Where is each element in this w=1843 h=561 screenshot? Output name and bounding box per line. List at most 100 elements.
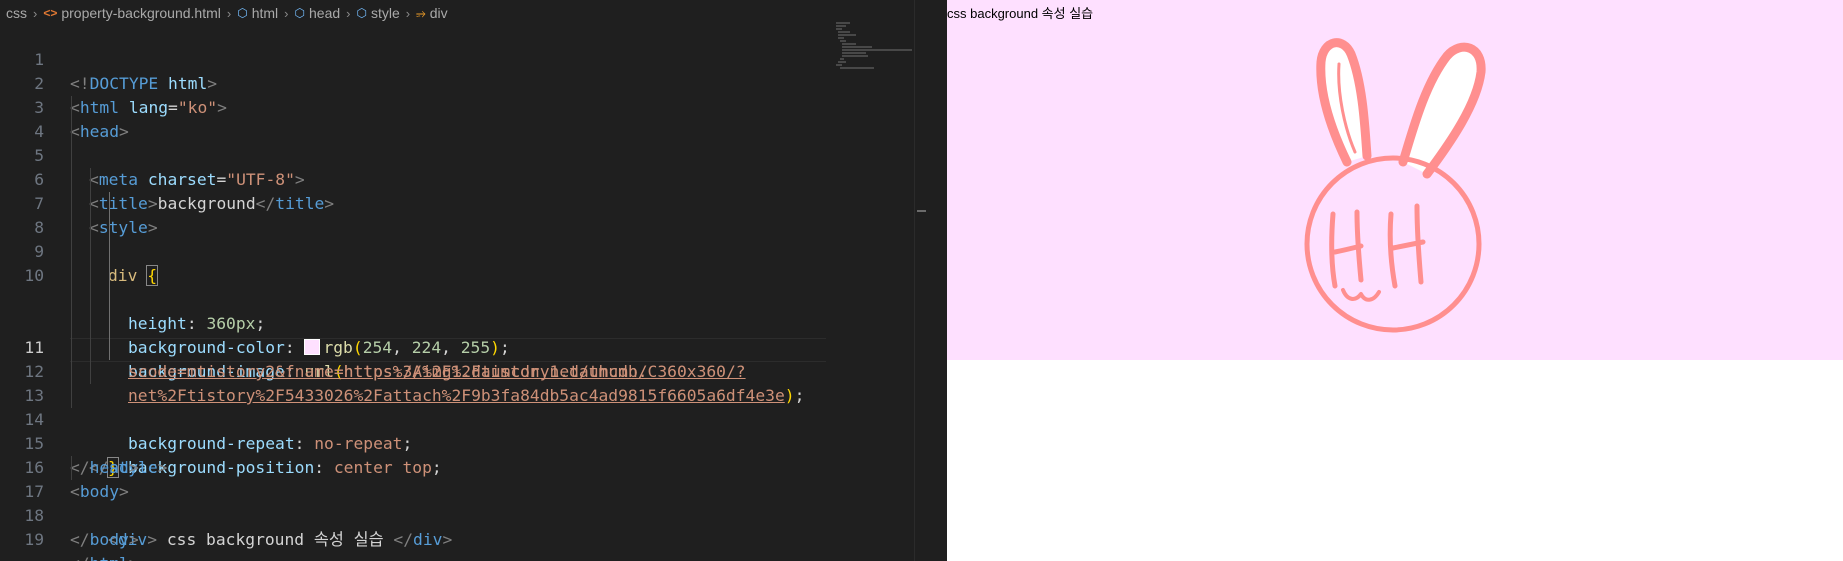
indent-guide xyxy=(109,216,110,240)
chevron-right-icon: › xyxy=(226,5,232,21)
code-line[interactable]: 13 } xyxy=(0,360,926,478)
indent-guide xyxy=(90,336,91,360)
code-line[interactable]: 16 <body> xyxy=(0,432,926,501)
preview-div-box: css background 속성 실습 xyxy=(947,0,1843,360)
breadcrumb-folder[interactable]: css xyxy=(6,5,27,21)
indent-guide xyxy=(90,240,91,264)
minimap-line xyxy=(838,34,856,36)
indent-guide xyxy=(109,240,110,264)
indent-guide xyxy=(90,288,91,312)
code-line[interactable]: 5 <title>background</title> xyxy=(0,120,926,213)
code-editor[interactable]: css › <> property-background.html › ⬡ html… xyxy=(0,0,926,561)
line-text: </body> xyxy=(70,530,139,549)
indent-guide xyxy=(90,216,91,240)
breadcrumb-head[interactable]: ⬡ head xyxy=(295,5,341,21)
indent-guide xyxy=(71,216,72,240)
file-code-icon: <> xyxy=(43,6,58,20)
indent-guide xyxy=(90,168,91,192)
bunny-mouth xyxy=(1341,288,1381,302)
code-line[interactable]: 10 background-image: url(https://img1.da… xyxy=(0,240,926,381)
code-line[interactable]: 18 </body> xyxy=(0,480,926,549)
minimap-line xyxy=(838,31,850,33)
browser-preview: css background 속성 실습 xyxy=(947,0,1843,561)
indent-guide xyxy=(71,456,72,480)
indent-guide xyxy=(90,312,91,336)
indent-guide xyxy=(90,360,91,384)
code-line[interactable]: 6 <style> xyxy=(0,144,926,237)
minimap-line xyxy=(840,58,844,60)
chevron-right-icon: › xyxy=(346,5,351,21)
code-line[interactable]: 7 div { xyxy=(0,168,926,286)
line-text: </html> xyxy=(70,552,139,561)
indent-guide xyxy=(71,240,72,264)
line-text: <div> css background 속성 실습 </div> xyxy=(108,530,453,549)
indent-guide xyxy=(109,264,110,288)
cube-icon: ⬡ xyxy=(356,6,367,20)
code-line-wrap[interactable]: scode=mtistory2&fname=https%3A%2F%2Ftist… xyxy=(0,264,926,381)
code-line[interactable]: 11 background-repeat: no-repeat; xyxy=(0,312,926,453)
indent-guide xyxy=(71,288,72,312)
indent-guide xyxy=(109,312,110,336)
breadcrumb-div[interactable]: ⭌ div xyxy=(416,5,448,21)
code-line[interactable]: 2 <html lang="ko"> xyxy=(0,48,926,117)
panel-divider[interactable] xyxy=(926,0,947,561)
minimap-line xyxy=(836,28,842,30)
breadcrumb-html[interactable]: ⬡ html xyxy=(237,5,278,21)
breadcrumb-style[interactable]: ⬡ style xyxy=(357,5,400,21)
code-line[interactable]: 9 background-color: rgb(254, 224, 255); xyxy=(0,216,926,357)
code-line-wrap[interactable]: net%2Ftistory%2F5433026%2Fattach%2F9b3fa… xyxy=(0,288,926,405)
indent-guide xyxy=(71,168,72,192)
code-line[interactable]: 12 background-position: center top; xyxy=(0,336,926,477)
code-line[interactable]: 4 <meta charset="UTF-8"> xyxy=(0,96,926,189)
minimap-line xyxy=(836,25,846,27)
minimap-line xyxy=(842,49,912,51)
bunny-right-ear xyxy=(1398,42,1486,179)
minimap-line xyxy=(838,61,846,63)
code-line[interactable]: 17 <div> css background 속성 실습 </div> xyxy=(0,456,926,549)
indent-guide xyxy=(71,360,72,384)
chevron-right-icon: › xyxy=(405,5,411,21)
minimap-line xyxy=(840,40,846,42)
minimap-line xyxy=(836,64,842,66)
minimap-line xyxy=(842,52,866,54)
code-line[interactable]: 19 </html> xyxy=(0,504,926,561)
vertical-scrollbar[interactable] xyxy=(914,0,926,561)
indent-guide xyxy=(90,192,91,216)
indent-guide xyxy=(71,264,72,288)
indent-guide xyxy=(71,192,72,216)
cube-icon: ⬡ xyxy=(237,6,248,20)
breadcrumb-file[interactable]: <> property-background.html xyxy=(43,5,221,21)
indent-guide xyxy=(71,144,72,168)
indent-guide xyxy=(109,288,110,312)
bunny-right-eye xyxy=(1387,203,1426,289)
minimap-line xyxy=(840,67,874,69)
code-area[interactable]: 1 <!DOCTYPE html> 2 <html lang="ko"> 3 <… xyxy=(0,24,926,561)
scrollbar-thumb[interactable] xyxy=(917,210,926,212)
minimap[interactable] xyxy=(836,20,916,70)
code-line[interactable]: 3 <head> xyxy=(0,72,926,141)
code-line[interactable]: 15 </head> xyxy=(0,408,926,477)
preview-text: css background 속성 실습 xyxy=(947,6,1094,21)
breadcrumb: css › <> property-background.html › ⬡ html… xyxy=(0,0,926,26)
code-line[interactable]: 1 <!DOCTYPE html> xyxy=(0,24,926,93)
bunny-left-eye xyxy=(1329,209,1364,289)
code-line[interactable]: 14 </style> xyxy=(0,384,926,477)
symbol-class-icon: ⭌ xyxy=(416,5,426,20)
indent-guide xyxy=(109,192,110,216)
indent-guide xyxy=(71,384,72,408)
minimap-line xyxy=(842,55,868,57)
code-line[interactable]: 8 height: 360px; xyxy=(0,192,926,333)
bunny-left-ear xyxy=(1316,38,1372,167)
indent-guide xyxy=(71,96,72,120)
indent-guide xyxy=(71,336,72,360)
minimap-line xyxy=(842,46,872,48)
indent-guide xyxy=(109,336,110,360)
line-number: 19 xyxy=(24,530,44,549)
minimap-line xyxy=(842,43,856,45)
chevron-right-icon: › xyxy=(284,5,289,21)
chevron-right-icon: › xyxy=(33,5,38,21)
minimap-line xyxy=(836,22,850,24)
indent-guide xyxy=(90,264,91,288)
bunny-face-image xyxy=(1304,38,1486,333)
indent-guide xyxy=(71,120,72,144)
